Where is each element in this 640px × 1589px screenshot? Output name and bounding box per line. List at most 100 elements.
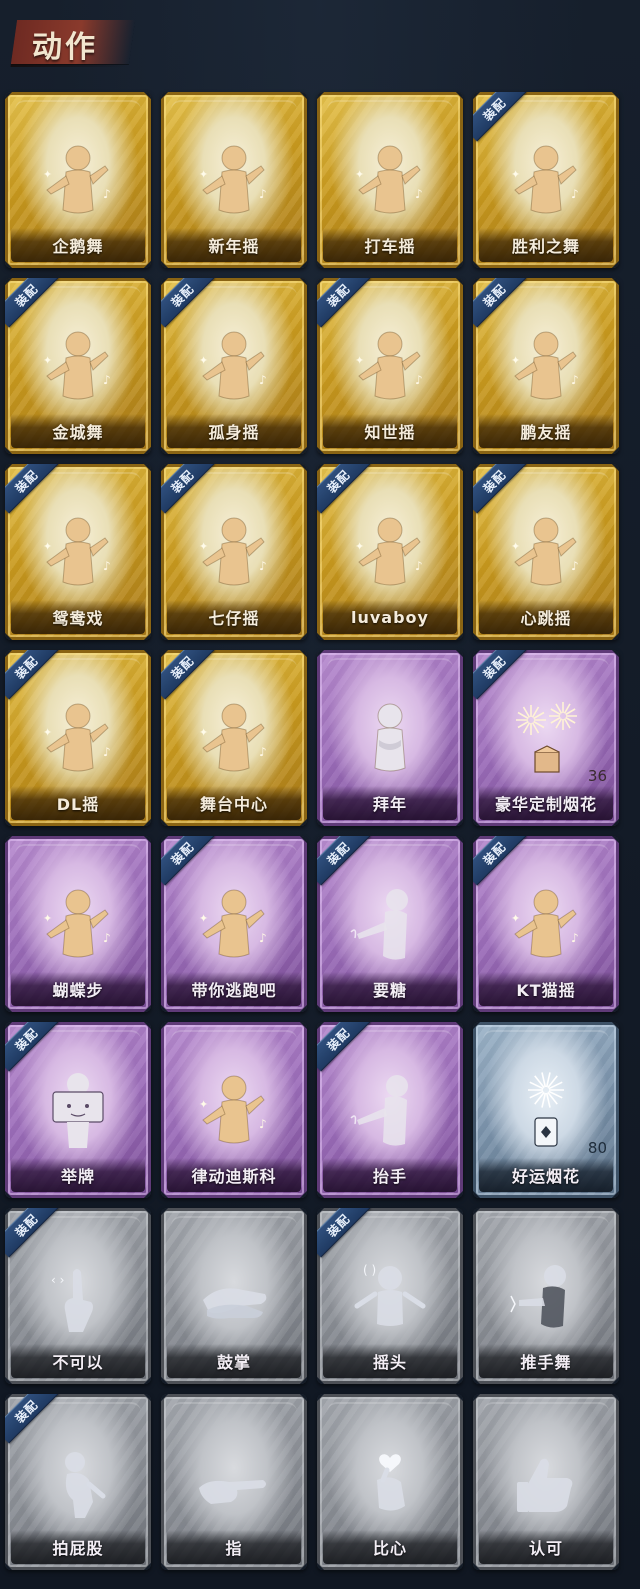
svg-text:♪: ♪ — [571, 931, 579, 945]
card-label-bar: 鸳鸯戏 — [11, 600, 145, 634]
card-ornament — [171, 1216, 297, 1232]
action-card[interactable]: ♪ ✦ luvaboy 装配 — [317, 464, 463, 640]
action-card[interactable]: ♪ ✦ 金城舞 装配 — [5, 278, 151, 454]
dancer-icon: ♪ ✦ — [345, 138, 435, 224]
svg-text:‹ ›: ‹ › — [51, 1273, 64, 1287]
action-name: 新年摇 — [208, 237, 260, 256]
action-card[interactable]: ( ) 摇头 装配 — [317, 1208, 463, 1384]
card-ornament — [15, 100, 141, 116]
action-card[interactable]: ♪ ✦ 打车摇 — [317, 92, 463, 268]
action-card[interactable]: 指 — [161, 1394, 307, 1570]
card-label-bar: 好运烟花 — [479, 1158, 613, 1192]
dancer-icon: ♪ ✦ — [189, 696, 279, 782]
card-label-bar: KT猫摇 — [479, 972, 613, 1006]
card-label-bar: 蝴蝶步 — [11, 972, 145, 1006]
action-card[interactable]: ♪ ✦ 心跳摇 装配 — [473, 464, 619, 640]
action-card[interactable]: 抬手 装配 — [317, 1022, 463, 1198]
card-label-bar: 摇头 — [323, 1344, 457, 1378]
action-card[interactable]: ♪ ✦ KT猫摇 装配 — [473, 836, 619, 1012]
action-card[interactable]: 举牌 装配 — [5, 1022, 151, 1198]
svg-text:✦: ✦ — [355, 354, 364, 367]
svg-text:♪: ♪ — [103, 559, 111, 573]
dancer-icon: ♪ ✦ — [345, 324, 435, 410]
action-grid: ♪ ✦ 企鹅舞 ♪ ✦ 新年摇 ♪ ✦ 打车摇 ♪ ✦ 胜利之舞 装配 ♪ ✦ 金城舞 装配 ♪ ✦ 孤身摇 装配 ♪ ✦ 知… — [5, 92, 629, 1570]
action-card[interactable]: 认可 — [473, 1394, 619, 1570]
action-card[interactable]: ♪ ✦ 胜利之舞 装配 — [473, 92, 619, 268]
action-name: 比心 — [372, 1539, 407, 1558]
action-card[interactable]: ♪ ✦ 知世摇 装配 — [317, 278, 463, 454]
svg-text:♪: ♪ — [259, 559, 267, 573]
dancer-icon: ♪ ✦ — [33, 696, 123, 782]
sign-icon — [33, 1068, 123, 1154]
point-icon — [189, 1440, 279, 1526]
card-label-bar: 律动迪斯科 — [167, 1158, 301, 1192]
card-label-bar: 鼓掌 — [167, 1344, 301, 1378]
push-hand-icon — [501, 1254, 591, 1340]
svg-text:♪: ♪ — [259, 373, 267, 387]
dancer-icon: ♪ ✦ — [189, 324, 279, 410]
svg-text:♪: ♪ — [103, 931, 111, 945]
action-card[interactable]: ♪ ✦ 企鹅舞 — [5, 92, 151, 268]
dancer-icon: ♪ ✦ — [345, 510, 435, 596]
action-card[interactable]: ‹ › 不可以 装配 — [5, 1208, 151, 1384]
card-label-bar: 舞台中心 — [167, 786, 301, 820]
card-label-bar: 推手舞 — [479, 1344, 613, 1378]
dancer-icon: ♪ ✦ — [33, 324, 123, 410]
card-label-bar: 孤身摇 — [167, 414, 301, 448]
card-label-bar: 抬手 — [323, 1158, 457, 1192]
action-name: 胜利之舞 — [511, 237, 580, 256]
action-name: 打车摇 — [364, 237, 416, 256]
svg-text:✦: ✦ — [511, 168, 520, 181]
action-card[interactable]: ♪ ✦ 新年摇 — [161, 92, 307, 268]
action-card[interactable]: ♪ ✦ 舞台中心 装配 — [161, 650, 307, 826]
action-card[interactable]: ♪ ✦ 律动迪斯科 — [161, 1022, 307, 1198]
action-name: 鸳鸯戏 — [52, 609, 104, 628]
svg-text:✦: ✦ — [199, 912, 208, 925]
card-label-bar: 认可 — [479, 1530, 613, 1564]
finger-icon: ‹ › — [33, 1254, 123, 1340]
action-card[interactable]: 要糖 装配 — [317, 836, 463, 1012]
card-ornament — [483, 1030, 609, 1046]
action-card[interactable]: ♪ ✦ 鹏友摇 装配 — [473, 278, 619, 454]
svg-text:✦: ✦ — [511, 354, 520, 367]
action-name: 要糖 — [372, 981, 407, 1000]
card-label-bar: 心跳摇 — [479, 600, 613, 634]
action-card[interactable]: 36 豪华定制烟花 装配 — [473, 650, 619, 826]
heart-hand-icon — [345, 1440, 435, 1526]
card-label-bar: 拍屁股 — [11, 1530, 145, 1564]
action-card[interactable]: ♪ ✦ 带你逃跑吧 装配 — [161, 836, 307, 1012]
svg-text:♪: ♪ — [259, 1117, 267, 1131]
action-card[interactable]: 鼓掌 — [161, 1208, 307, 1384]
action-card[interactable]: 拜年 — [317, 650, 463, 826]
dancer-icon: ♪ ✦ — [189, 510, 279, 596]
card-label-bar: 打车摇 — [323, 228, 457, 262]
dancer-icon: ♪ ✦ — [501, 882, 591, 968]
thumbs-up-icon — [501, 1440, 591, 1526]
action-card[interactable]: ♪ ✦ 七仔摇 装配 — [161, 464, 307, 640]
action-card[interactable]: 推手舞 — [473, 1208, 619, 1384]
svg-text:✦: ✦ — [43, 726, 52, 739]
spank-icon — [33, 1440, 123, 1526]
action-card[interactable]: ♪ ✦ 蝴蝶步 — [5, 836, 151, 1012]
svg-text:✦: ✦ — [43, 912, 52, 925]
action-card[interactable]: ♪ ✦ 孤身摇 装配 — [161, 278, 307, 454]
action-card[interactable]: 拍屁股 装配 — [5, 1394, 151, 1570]
dancer-icon: ♪ ✦ — [189, 138, 279, 224]
action-card[interactable]: 比心 — [317, 1394, 463, 1570]
dancer-icon: ♪ ✦ — [501, 138, 591, 224]
card-label-bar: 不可以 — [11, 1344, 145, 1378]
card-label-bar: 企鹅舞 — [11, 228, 145, 262]
shake-head-icon: ( ) — [345, 1254, 435, 1340]
action-card[interactable]: ♪ ✦ DL摇 装配 — [5, 650, 151, 826]
action-card[interactable]: ♪ ✦ 鸳鸯戏 装配 — [5, 464, 151, 640]
card-label-bar: 要糖 — [323, 972, 457, 1006]
svg-text:♪: ♪ — [415, 559, 423, 573]
card-label-bar: 豪华定制烟花 — [479, 786, 613, 820]
action-name: 不可以 — [52, 1353, 104, 1372]
clap-icon — [189, 1254, 279, 1340]
svg-text:✦: ✦ — [355, 168, 364, 181]
reach-icon — [345, 1068, 435, 1154]
action-card[interactable]: 80 好运烟花 — [473, 1022, 619, 1198]
svg-text:♪: ♪ — [103, 373, 111, 387]
card-ornament — [171, 100, 297, 116]
